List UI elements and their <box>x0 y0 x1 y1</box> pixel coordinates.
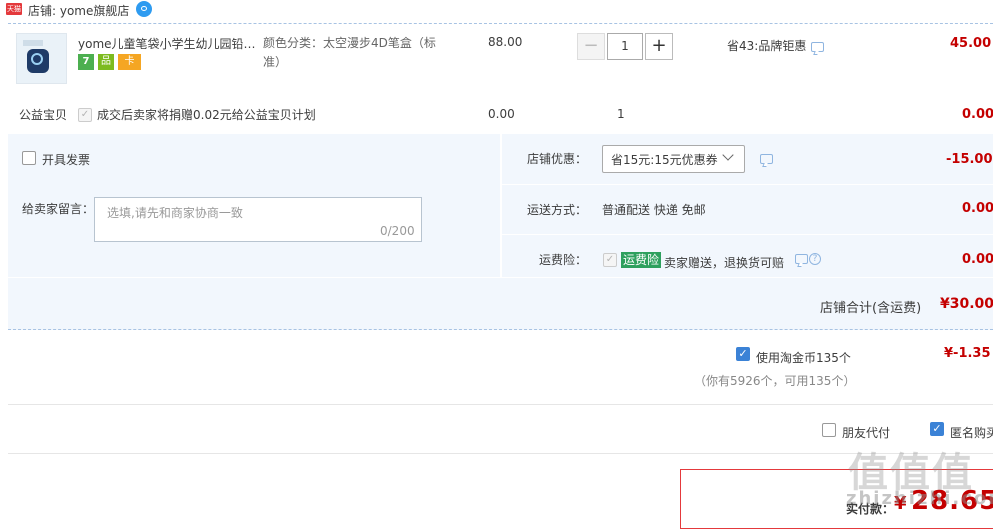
chat-wangwang-icon[interactable] <box>136 1 152 17</box>
divider <box>502 184 993 185</box>
use-coins-label[interactable]: 使用淘金币135个 <box>756 349 851 366</box>
charity-label: 公益宝贝 <box>19 108 68 122</box>
shop-header: 天猫 店铺: yome旗舰店 <box>0 0 993 22</box>
invoice-checkbox[interactable] <box>22 151 36 165</box>
credit-card-icon[interactable]: 卡 <box>118 54 141 70</box>
coins-balance: （你有5926个，可用135个） <box>694 374 856 388</box>
anonymous-purchase-label[interactable]: 匿名购买 <box>950 424 993 441</box>
coins-discount: ¥-1.35 <box>944 346 991 361</box>
insurance-checkbox: ✓ <box>603 253 617 267</box>
shop-name-link[interactable]: 店铺: yome旗舰店 <box>28 2 129 19</box>
divider <box>8 404 993 405</box>
quality-guarantee-icon[interactable]: 品 <box>98 54 114 70</box>
charity-total: 0.00 <box>962 107 993 122</box>
message-bubble-icon[interactable] <box>811 42 824 52</box>
seven-day-return-icon[interactable]: 7 <box>78 54 94 70</box>
product-thumbnail[interactable] <box>16 33 67 84</box>
message-bubble-icon[interactable] <box>760 154 773 164</box>
anonymous-purchase-checkbox[interactable]: ✓ <box>930 422 944 436</box>
shop-subtotal-label: 店铺合计(含运费) <box>820 301 922 316</box>
quantity-decrement-button[interactable]: − <box>577 33 605 60</box>
shipping-label: 运送方式： <box>527 203 588 217</box>
invoice-label[interactable]: 开具发票 <box>42 151 90 168</box>
tmall-badge-icon: 天猫 <box>6 3 22 15</box>
insurance-label: 运费险： <box>539 253 588 267</box>
insurance-text: 卖家赠送，退换货可赔 <box>664 256 785 270</box>
use-coins-checkbox[interactable]: ✓ <box>736 347 750 361</box>
divider <box>8 453 993 454</box>
watermark-url: zhizhizhi.com <box>846 488 993 509</box>
saving-text: 省43:品牌钜惠 <box>727 39 807 53</box>
help-icon[interactable]: ? <box>809 253 821 265</box>
insurance-badge: 运费险 <box>621 252 662 268</box>
shop-discount-label: 店铺优惠： <box>527 152 588 166</box>
unit-price: 88.00 <box>488 35 523 49</box>
shop-subtotal-value: ¥30.00 <box>940 296 993 312</box>
sku-attributes: 颜色分类：太空漫步4D笔盒（标准） <box>263 36 436 69</box>
divider <box>8 23 993 24</box>
friend-pay-label[interactable]: 朋友代付 <box>842 424 890 441</box>
item-total: 45.00 <box>950 36 992 51</box>
quantity-input[interactable]: 1 <box>607 33 643 60</box>
message-bubble-icon[interactable] <box>795 254 808 264</box>
divider <box>502 234 993 235</box>
friend-pay-checkbox[interactable] <box>822 423 836 437</box>
charity-checkbox: ✓ <box>78 108 92 122</box>
seller-message-placeholder: 选填,请先和商家协商一致 <box>107 206 243 220</box>
charity-text: 成交后卖家将捐赠0.02元给公益宝贝计划 <box>97 108 316 122</box>
shipping-total: 0.00 <box>962 201 993 216</box>
quantity-increment-button[interactable]: + <box>645 33 673 60</box>
charity-quantity: 1 <box>617 107 625 121</box>
shipping-value: 普通配送 快递 免邮 <box>602 203 706 217</box>
product-title-link[interactable]: yome儿童笔袋小学生幼儿园铅笔盒 <box>78 35 258 52</box>
coupon-select-value[interactable]: 省15元:15元优惠券 <box>611 151 718 168</box>
shop-discount-total: -15.00 <box>946 152 993 167</box>
charity-price: 0.00 <box>488 107 515 121</box>
insurance-total: 0.00 <box>962 252 993 267</box>
char-counter: 0/200 <box>380 224 415 238</box>
seller-message-label: 给卖家留言： <box>22 202 95 216</box>
